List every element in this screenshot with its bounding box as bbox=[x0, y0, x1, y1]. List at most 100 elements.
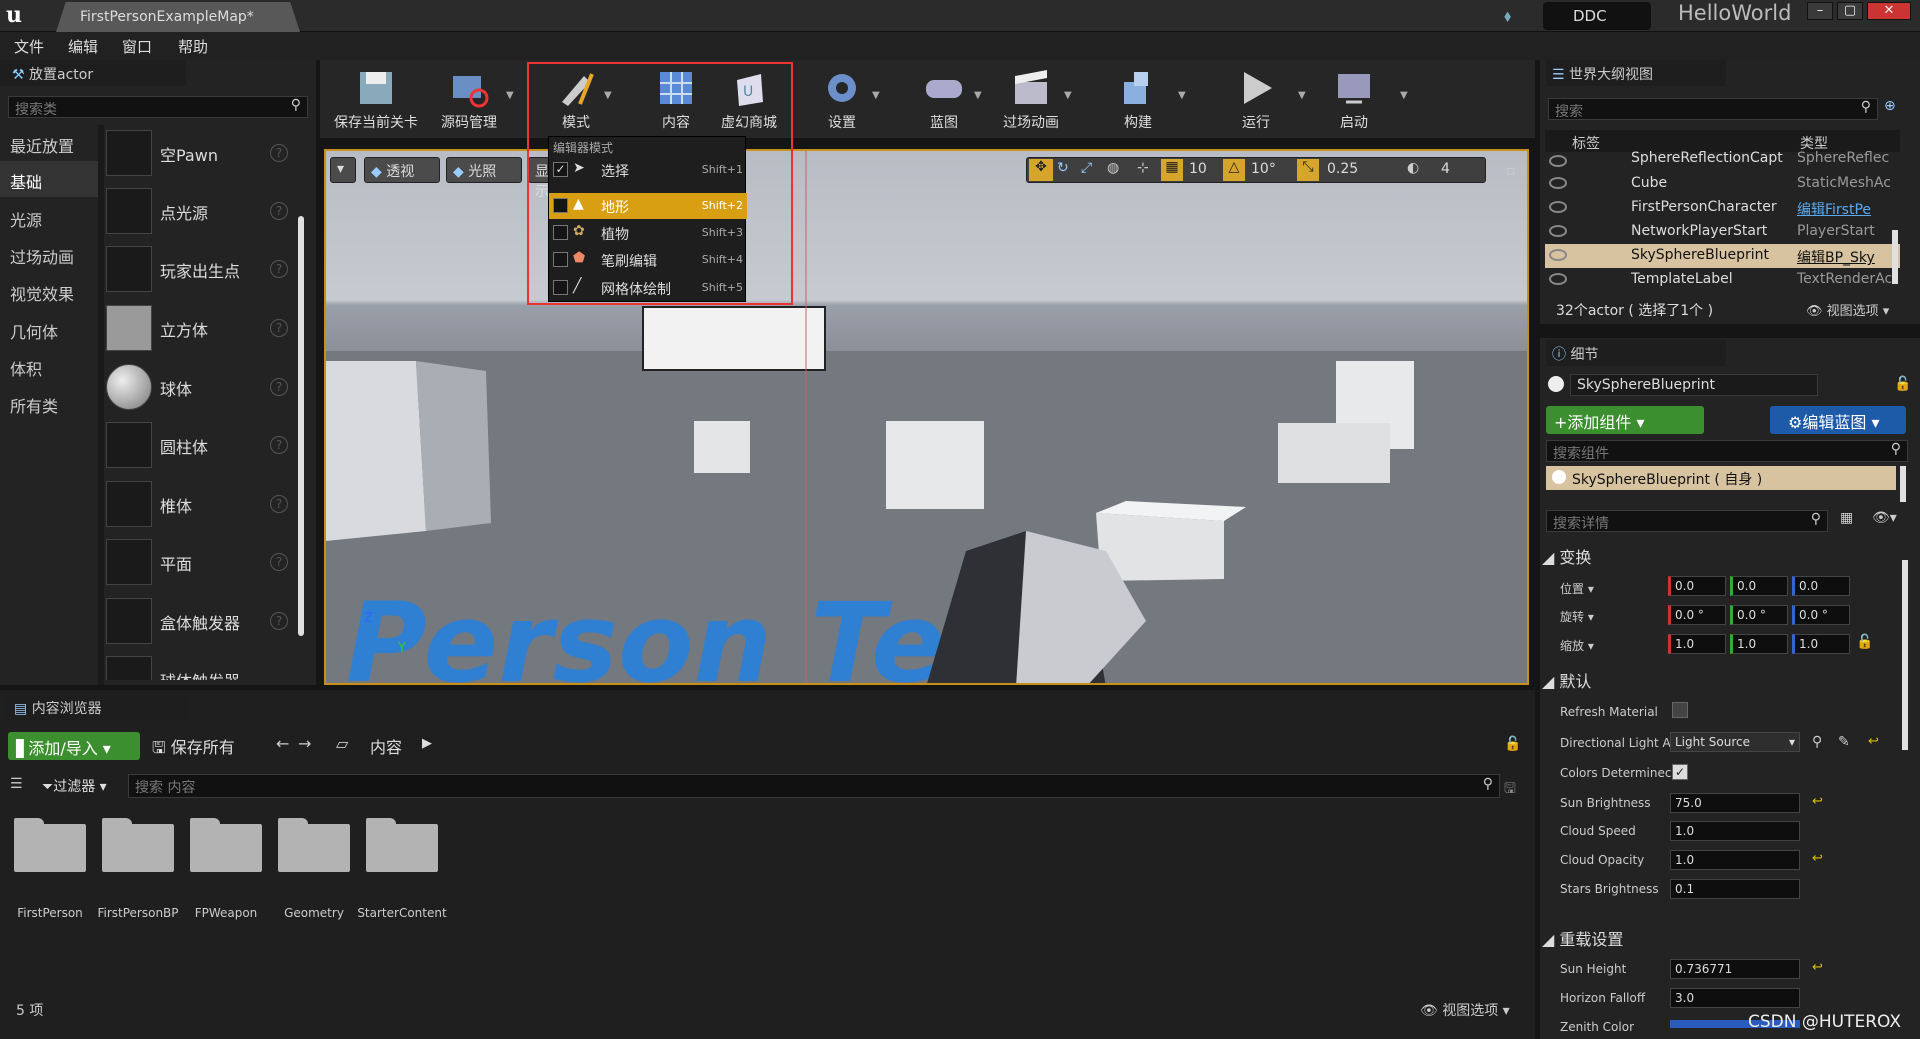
browse-icon[interactable]: ⚲ bbox=[1812, 734, 1822, 750]
play-button[interactable]: 运行 ▼ bbox=[1226, 60, 1306, 138]
edit-blueprint-link[interactable]: 编辑FirstPe bbox=[1797, 199, 1871, 219]
lighting-button[interactable]: ◆ 光照 bbox=[446, 157, 522, 183]
help-icon[interactable]: ? bbox=[270, 378, 288, 396]
actor-item-box-trigger[interactable]: 盒体触发器? bbox=[104, 594, 294, 650]
rotation-label[interactable]: 旋转 ▾ bbox=[1560, 608, 1594, 625]
outliner-row[interactable]: FirstPersonCharacter 编辑FirstPe bbox=[1545, 196, 1900, 220]
chevron-down-icon[interactable]: ▼ bbox=[872, 90, 880, 101]
launch-button[interactable]: 启动 ▼ bbox=[1324, 60, 1408, 138]
forward-arrow-icon[interactable]: → bbox=[298, 734, 311, 753]
actor-item-plane[interactable]: 平面? bbox=[104, 535, 294, 591]
help-icon[interactable]: ? bbox=[270, 319, 288, 337]
folder-startercontent[interactable] bbox=[366, 818, 438, 872]
visibility-eye-icon[interactable] bbox=[1549, 249, 1567, 261]
chevron-down-icon[interactable]: ▼ bbox=[506, 90, 514, 101]
content-search-input[interactable]: 搜索 内容 ⚲ bbox=[128, 774, 1500, 798]
chevron-down-icon[interactable]: ▼ bbox=[1298, 90, 1306, 101]
menu-help[interactable]: 帮助 bbox=[178, 36, 208, 57]
location-z[interactable]: 0.0 bbox=[1792, 576, 1850, 596]
picker-icon[interactable]: ✎ bbox=[1838, 734, 1850, 750]
folder-fpweapon[interactable] bbox=[190, 818, 262, 872]
rotation-x[interactable]: 0.0 ° bbox=[1668, 605, 1726, 625]
chevron-down-icon[interactable]: ▼ bbox=[1178, 90, 1186, 101]
details-tab[interactable]: ⓘ 细节 bbox=[1546, 340, 1726, 366]
location-y[interactable]: 0.0 bbox=[1730, 576, 1788, 596]
world-icon[interactable]: ◍ bbox=[1107, 160, 1119, 176]
actor-item-cone[interactable]: 椎体? bbox=[104, 477, 294, 533]
grid-snap-icon[interactable]: ▦ bbox=[1161, 159, 1183, 181]
menu-edit[interactable]: 编辑 bbox=[68, 36, 98, 57]
category-recent[interactable]: 最近放置 bbox=[0, 125, 98, 161]
location-x[interactable]: 0.0 bbox=[1668, 576, 1726, 596]
scale-snap-icon[interactable]: ⤡ bbox=[1297, 159, 1319, 181]
help-icon[interactable]: ? bbox=[270, 144, 288, 162]
location-label[interactable]: 位置 ▾ bbox=[1560, 580, 1594, 597]
close-button[interactable]: ✕ bbox=[1867, 2, 1911, 20]
filters-button[interactable]: ⏷过滤器 ▾ bbox=[42, 776, 107, 796]
rotation-y[interactable]: 0.0 ° bbox=[1730, 605, 1788, 625]
blueprints-button[interactable]: 蓝图 ▼ bbox=[914, 60, 982, 138]
actor-item-cube[interactable]: 立方体? bbox=[104, 301, 294, 357]
edit-blueprint-button[interactable]: ⚙编辑蓝图 ▾ bbox=[1770, 406, 1906, 434]
actor-name-field[interactable]: SkySphereBlueprint bbox=[1570, 374, 1818, 396]
reset-arrow-icon[interactable]: ↩ bbox=[1868, 734, 1879, 749]
help-icon[interactable]: ? bbox=[270, 260, 288, 278]
override-section[interactable]: ◢ 重载设置 bbox=[1542, 926, 1623, 950]
horizon-falloff-field[interactable]: 3.0 bbox=[1670, 988, 1800, 1008]
scale-y[interactable]: 1.0 bbox=[1730, 634, 1788, 654]
stars-brightness-field[interactable]: 0.1 bbox=[1670, 879, 1800, 899]
minimize-button[interactable]: – bbox=[1807, 2, 1833, 20]
reset-arrow-icon[interactable]: ↩ bbox=[1812, 794, 1823, 809]
camera-speed-value[interactable]: 4 bbox=[1441, 161, 1450, 177]
category-geometry[interactable]: 几何体 bbox=[0, 311, 98, 347]
outliner-row[interactable]: TemplateLabel TextRenderAc bbox=[1545, 268, 1900, 292]
actor-item-cylinder[interactable]: 圆柱体? bbox=[104, 418, 294, 474]
edit-blueprint-link[interactable]: 编辑BP_Sky bbox=[1797, 247, 1875, 267]
add-import-button[interactable]: ▋添加/导入 ▾ bbox=[8, 732, 140, 760]
visibility-eye-icon[interactable] bbox=[1549, 155, 1567, 167]
actor-item-sphere-trigger[interactable]: 球体触发器 bbox=[104, 652, 294, 680]
cloud-opacity-field[interactable]: 1.0 bbox=[1670, 850, 1800, 870]
actor-item-sphere[interactable]: 球体? bbox=[104, 360, 294, 416]
ddc-button[interactable]: DDC bbox=[1543, 2, 1651, 30]
component-search-input[interactable]: 搜索组件 ⚲ bbox=[1546, 440, 1908, 462]
actor-item-empty-pawn[interactable]: 空Pawn? bbox=[104, 126, 294, 182]
cinematics-button[interactable]: 过场动画 ▼ bbox=[994, 60, 1072, 138]
component-self-row[interactable]: SkySphereBlueprint ( 自身 ) bbox=[1546, 466, 1896, 490]
visibility-eye-icon[interactable] bbox=[1549, 273, 1567, 285]
property-matrix-icon[interactable]: ▦ bbox=[1840, 510, 1853, 526]
outliner-row-selected[interactable]: SkySphereBlueprint 编辑BP_Sky bbox=[1545, 244, 1900, 268]
directional-light-dropdown[interactable]: Light Source ▾ bbox=[1670, 732, 1800, 752]
colors-determined-checkbox[interactable]: ✓ bbox=[1672, 764, 1688, 780]
folder-firstpersonbp[interactable] bbox=[102, 818, 174, 872]
scale-label[interactable]: 缩放 ▾ bbox=[1560, 637, 1594, 654]
sun-height-field[interactable]: 0.736771 bbox=[1670, 959, 1800, 979]
save-level-button[interactable]: 保存当前关卡 bbox=[328, 60, 424, 138]
save-search-icon[interactable]: 🖫 bbox=[1504, 778, 1516, 802]
scale-snap-value[interactable]: 0.25 bbox=[1327, 161, 1358, 177]
level-tab[interactable]: FirstPersonExampleMap* bbox=[56, 2, 300, 32]
scale-lock-icon[interactable]: 🔓 bbox=[1856, 634, 1873, 650]
default-section[interactable]: ◢ 默认 bbox=[1542, 668, 1591, 692]
visibility-eye-icon[interactable] bbox=[1549, 177, 1567, 189]
rotation-z[interactable]: 0.0 ° bbox=[1792, 605, 1850, 625]
category-lights[interactable]: 光源 bbox=[0, 199, 98, 235]
outliner-scrollbar[interactable] bbox=[1892, 230, 1898, 284]
place-actors-tab[interactable]: ⚒ 放置actor bbox=[0, 60, 186, 86]
translate-icon[interactable]: ✥ bbox=[1029, 159, 1053, 181]
outliner-row[interactable]: SphereReflectionCapt SphereReflec bbox=[1545, 150, 1900, 168]
help-icon[interactable]: ? bbox=[270, 202, 288, 220]
source-control-button[interactable]: 源码管理 ▼ bbox=[434, 60, 514, 138]
details-view-options-icon[interactable]: 👁▾ bbox=[1872, 510, 1897, 526]
path-chevron-icon[interactable]: ▶ bbox=[422, 736, 432, 751]
help-icon[interactable]: ? bbox=[270, 495, 288, 513]
content-view-options[interactable]: 👁 视图选项 ▾ bbox=[1420, 1000, 1510, 1020]
actor-item-player-start[interactable]: 玩家出生点? bbox=[104, 242, 294, 298]
rotation-snap-icon[interactable]: △ bbox=[1223, 159, 1245, 181]
viewport-options-button[interactable]: ▾ bbox=[330, 157, 356, 183]
rotation-snap-value[interactable]: 10° bbox=[1251, 161, 1276, 177]
maximize-viewport-icon[interactable]: ▫ bbox=[1506, 163, 1516, 179]
place-actors-scrollbar[interactable] bbox=[298, 216, 304, 636]
chevron-down-icon[interactable]: ▼ bbox=[974, 90, 982, 101]
rotate-icon[interactable]: ↻ bbox=[1057, 160, 1069, 176]
